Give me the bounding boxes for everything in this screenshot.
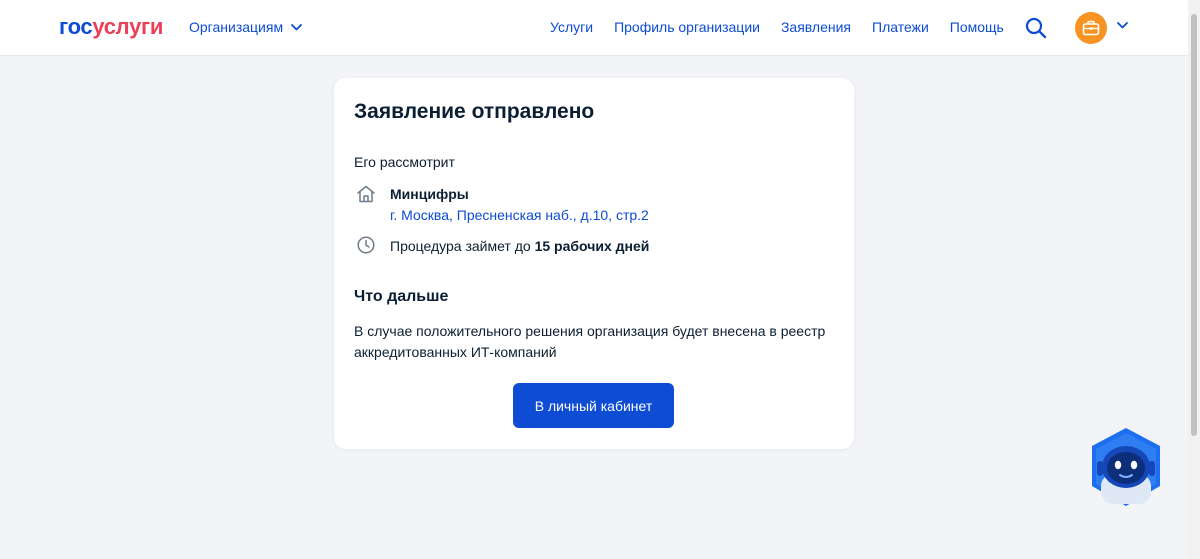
duration-prefix: Процедура займет до bbox=[390, 238, 535, 254]
application-status-card: Заявление отправлено Его рассмотрит Минц… bbox=[334, 78, 854, 449]
personal-account-button[interactable]: В личный кабинет bbox=[513, 383, 674, 428]
organization-name: Минцифры bbox=[390, 186, 469, 202]
search-icon[interactable] bbox=[1025, 17, 1047, 39]
logo-part-1: гос bbox=[59, 14, 93, 39]
chevron-down-icon[interactable] bbox=[1117, 22, 1128, 29]
page-title: Заявление отправлено bbox=[354, 100, 595, 123]
organizations-menu[interactable]: Организациям bbox=[189, 19, 302, 35]
briefcase-icon bbox=[1082, 20, 1100, 36]
nav-services[interactable]: Услуги bbox=[550, 19, 593, 35]
organizations-menu-label: Организациям bbox=[189, 19, 284, 35]
logo-part-2: услуги bbox=[92, 14, 164, 39]
main-nav: Услуги Профиль организации Заявления Пла… bbox=[550, 19, 1004, 35]
next-steps-title: Что дальше bbox=[354, 288, 449, 305]
robot-assistant-icon[interactable] bbox=[1087, 427, 1165, 509]
nav-org-profile[interactable]: Профиль организации bbox=[614, 19, 760, 35]
duration-value: 15 рабочих дней bbox=[534, 238, 650, 254]
gosuslugi-logo[interactable]: госуслуги bbox=[59, 14, 163, 40]
nav-applications[interactable]: Заявления bbox=[781, 19, 851, 35]
scrollbar-thumb[interactable] bbox=[1191, 14, 1197, 436]
nav-payments[interactable]: Платежи bbox=[872, 19, 929, 35]
next-steps-text: В случае положительного решения организа… bbox=[354, 323, 826, 360]
chevron-down-icon bbox=[291, 23, 302, 30]
processing-duration: Процедура займет до 15 рабочих дней bbox=[390, 238, 649, 254]
page-scrollbar[interactable] bbox=[1188, 0, 1200, 559]
nav-help[interactable]: Помощь bbox=[950, 19, 1004, 35]
clock-icon bbox=[357, 236, 375, 254]
house-icon bbox=[357, 185, 375, 203]
reviewer-caption: Его рассмотрит bbox=[354, 154, 455, 170]
organization-address-link[interactable]: г. Москва, Пресненская наб., д.10, стр.2 bbox=[390, 207, 649, 223]
user-avatar[interactable] bbox=[1075, 12, 1107, 44]
top-header: госуслуги Организациям Услуги Профиль ор… bbox=[0, 0, 1188, 56]
